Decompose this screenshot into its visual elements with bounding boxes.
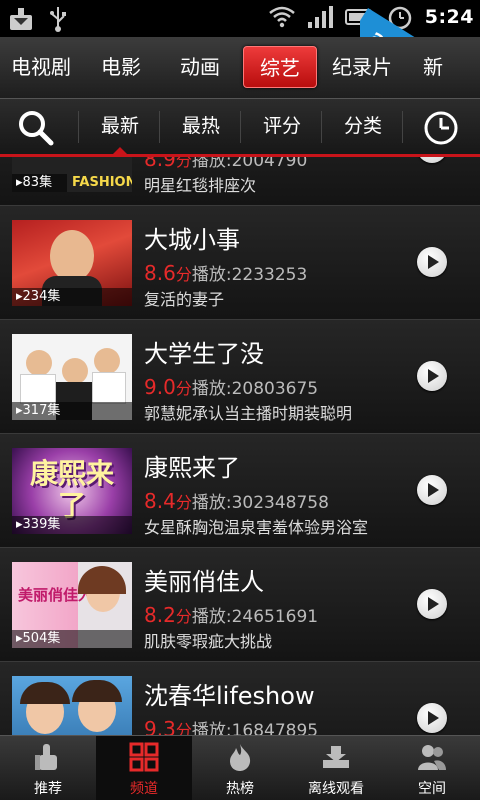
play-button[interactable] [417, 247, 447, 277]
tab-variety[interactable]: 综艺 [243, 46, 317, 88]
thumbnail [12, 676, 132, 735]
episode-count: ▸339集 [12, 516, 132, 534]
category-tab-bar: 电视剧 电影 动画 综艺 纪录片 新 [0, 37, 480, 99]
program-meta: 8.9分播放:2004790 [144, 157, 308, 171]
program-meta: 8.2分播放:24651691 [144, 603, 319, 627]
nav-label: 离线观看 [308, 781, 364, 797]
program-description: 肌肤零瑕疵大挑战 [144, 632, 273, 651]
divider [402, 111, 403, 143]
play-button[interactable] [417, 589, 447, 619]
signal-icon [307, 6, 333, 28]
episode-count: ▸83集 [12, 174, 67, 192]
thumbnail: FASHION ▸83集 [12, 157, 132, 192]
play-button[interactable] [417, 361, 447, 391]
program-meta: 8.4分播放:302348758 [144, 489, 329, 513]
episode-count: ▸317集 [12, 402, 132, 420]
divider [159, 111, 160, 143]
divider [78, 111, 79, 143]
play-button[interactable] [417, 475, 447, 505]
channel-grid-icon [129, 742, 159, 772]
program-description: 郭慧妮承认当主播时期装聪明 [144, 404, 353, 423]
tab-tv-series[interactable]: 电视剧 [4, 46, 78, 88]
sort-rating[interactable]: 评分 [242, 99, 322, 154]
list-item[interactable]: ▸317集 大学生了没 9.0分播放:20803675 郭慧妮承认当主播时期装聪… [0, 320, 480, 434]
list-item[interactable]: 沈春华lifeshow 9.3分播放:16847895 [0, 662, 480, 735]
tab-movies[interactable]: 电影 [86, 46, 156, 88]
flame-icon [230, 744, 251, 771]
nav-hot-list[interactable]: 热榜 [192, 736, 288, 800]
program-list: FASHION ▸83集 8.9分播放:2004790 明星红毯排座次 ▸234… [0, 157, 480, 735]
nav-label: 空间 [418, 781, 446, 797]
episode-count: ▸234集 [12, 288, 132, 306]
list-item[interactable]: 康熙来了 ▸339集 康熙来了 8.4分播放:302348758 女星酥胸泡温泉… [0, 434, 480, 548]
program-description: 明星红毯排座次 [144, 176, 257, 195]
divider [240, 111, 241, 143]
program-meta: 9.3分播放:16847895 [144, 717, 319, 735]
program-description: 女星酥胸泡温泉害羞体验男浴室 [144, 518, 369, 537]
program-meta: 9.0分播放:20803675 [144, 375, 319, 399]
wifi-icon [268, 6, 295, 28]
status-time: 5:24 [424, 6, 474, 28]
nav-recommend[interactable]: 推荐 [0, 736, 96, 800]
sort-category[interactable]: 分类 [323, 99, 403, 154]
search-icon[interactable] [16, 108, 56, 148]
nav-channel[interactable]: 频道 [96, 736, 192, 800]
thumbnail: 康熙来了 ▸339集 [12, 448, 132, 534]
clock-icon[interactable] [421, 108, 461, 148]
program-meta: 8.6分播放:2233253 [144, 261, 308, 285]
nav-label: 频道 [130, 781, 158, 797]
offline-icon [323, 746, 349, 768]
episode-count: ▸504集 [12, 630, 132, 648]
bottom-nav: 推荐 频道 热榜 离线观看 空间 [0, 735, 480, 800]
sort-hottest[interactable]: 最热 [161, 99, 241, 154]
list-item[interactable]: 美丽俏佳人 ▸504集 美丽俏佳人 8.2分播放:24651691 肌肤零瑕疵大… [0, 548, 480, 662]
thumbnail: 美丽俏佳人 ▸504集 [12, 562, 132, 648]
tab-new[interactable]: 新 [413, 46, 453, 88]
nav-offline[interactable]: 离线观看 [288, 736, 384, 800]
program-title: 康熙来了 [144, 454, 240, 482]
thumbnail: ▸234集 [12, 220, 132, 306]
list-item[interactable]: ▸234集 大城小事 8.6分播放:2233253 复活的妻子 [0, 206, 480, 320]
alarm-icon [388, 6, 411, 30]
tab-documentary[interactable]: 纪录片 [325, 46, 399, 88]
usb-icon [50, 7, 66, 32]
program-title: 大学生了没 [144, 340, 264, 368]
play-button[interactable] [417, 157, 447, 163]
active-sort-pointer [113, 147, 127, 154]
battery-icon [344, 9, 374, 25]
download-icon [10, 8, 32, 30]
list-item[interactable]: FASHION ▸83集 8.9分播放:2004790 明星红毯排座次 [0, 157, 480, 206]
sort-latest[interactable]: 最新 [80, 99, 160, 154]
nav-label: 热榜 [226, 781, 254, 797]
thumb-caption: FASHION [72, 175, 132, 190]
play-button[interactable] [417, 703, 447, 733]
recommend-icon [35, 744, 57, 770]
sort-bar: 最新 最热 评分 分类 [0, 99, 480, 157]
program-title: 大城小事 [144, 226, 240, 254]
program-description: 复活的妻子 [144, 290, 225, 309]
program-title: 沈春华lifeshow [144, 682, 315, 710]
tab-animation[interactable]: 动画 [164, 46, 236, 88]
thumbnail: ▸317集 [12, 334, 132, 420]
nav-label: 推荐 [34, 781, 62, 797]
thumb-caption: 康熙来了 [29, 457, 114, 522]
status-bar: 5:24 apk8.com [0, 0, 480, 80]
divider [321, 111, 322, 143]
nav-space[interactable]: 空间 [384, 736, 480, 800]
people-icon [418, 745, 446, 770]
program-title: 美丽俏佳人 [144, 568, 264, 596]
